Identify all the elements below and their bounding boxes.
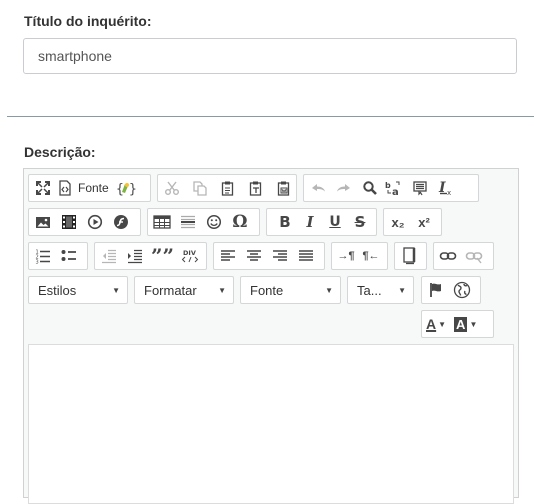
copy-icon[interactable] [189,177,211,199]
text-direction-ltr-button[interactable]: →¶ [335,245,357,267]
play-circle-icon[interactable] [84,211,106,233]
blockquote-button[interactable]: ”” [150,245,175,267]
source-button-label[interactable]: Fonte [76,177,111,199]
globe-icon[interactable] [451,279,473,301]
font-size-dropdown-label: Ta... [357,282,382,298]
text-color-button[interactable]: A ▼ [425,313,447,335]
font-dropdown-label: Fonte [250,282,284,298]
svg-text:a: a [392,187,399,196]
superscript-button[interactable]: x² [413,211,435,233]
rich-text-editor: Fonte {} [23,168,519,504]
chevron-down-icon: ▼ [438,319,447,329]
toolbar-group-script: x₂ x² [383,208,442,236]
flag-icon[interactable] [425,279,447,301]
underline-button[interactable]: U [324,211,346,233]
template-icon[interactable]: {} [115,177,137,199]
maximize-icon[interactable] [32,177,54,199]
toolbar-group-clipboard [157,174,297,202]
chevron-down-icon: ▼ [469,319,478,329]
editor-content-area[interactable] [28,344,514,504]
chevron-down-icon: ▼ [112,285,120,295]
div-icon[interactable]: DIV [179,245,201,267]
toolbar-group-links [433,242,494,270]
toolbar-group-insert-objects: Ω [147,208,260,236]
toolbar-group-lists: 123 [28,242,88,270]
horizontal-line-icon[interactable] [177,211,199,233]
redo-icon[interactable] [333,177,355,199]
bulleted-list-icon[interactable] [58,245,80,267]
chevron-down-icon: ▼ [218,285,226,295]
toolbar-group-insert-media [28,208,141,236]
toolbar-group-direction: →¶ ¶← [331,242,388,270]
numbered-list-icon[interactable]: 123 [32,245,54,267]
survey-title-label: Título do inquérito: [24,13,152,29]
section-divider [7,116,534,117]
indent-icon[interactable] [124,245,146,267]
outdent-icon[interactable] [98,245,120,267]
font-dropdown[interactable]: Fonte ▼ [240,276,341,304]
remove-format-icon[interactable]: Ix [435,177,457,199]
format-dropdown-label: Formatar [144,282,197,298]
text-direction-rtl-button[interactable]: ¶← [360,245,382,267]
styles-dropdown-label: Estilos [38,282,77,298]
font-size-dropdown[interactable]: Ta... ▼ [347,276,414,304]
svg-text:x: x [447,189,451,196]
select-all-icon[interactable] [409,177,431,199]
show-blocks-icon[interactable] [398,245,420,267]
chevron-down-icon: ▼ [325,285,333,295]
smiley-icon[interactable] [203,211,225,233]
justify-icon[interactable] [295,245,317,267]
flash-icon[interactable] [110,211,132,233]
toolbar-group-indent: ”” DIV [94,242,207,270]
undo-icon[interactable] [307,177,329,199]
svg-text:DIV: DIV [183,249,196,257]
image-icon[interactable] [32,211,54,233]
source-icon[interactable] [54,177,76,199]
chevron-down-icon: ▼ [398,285,406,295]
styles-dropdown[interactable]: Estilos ▼ [28,276,128,304]
find-icon[interactable] [359,177,381,199]
svg-text:3: 3 [36,260,39,265]
format-dropdown[interactable]: Formatar ▼ [134,276,234,304]
toolbar-group-document: Fonte {} [28,174,151,202]
paste-word-icon[interactable] [273,177,295,199]
toolbar-group-extras [421,276,481,304]
subscript-button[interactable]: x₂ [387,211,409,233]
video-icon[interactable] [58,211,80,233]
table-icon[interactable] [151,211,173,233]
align-right-icon[interactable] [269,245,291,267]
replace-icon[interactable]: ba [383,177,405,199]
survey-title-input[interactable] [23,38,517,74]
align-left-icon[interactable] [217,245,239,267]
toolbar-group-align [213,242,325,270]
cut-icon[interactable] [161,177,183,199]
strikethrough-button[interactable]: S [349,211,371,233]
link-icon[interactable] [437,245,459,267]
toolbar-group-blocks [394,242,427,270]
bold-button[interactable]: B [274,211,296,233]
bg-color-button[interactable]: A ▼ [453,313,478,335]
text-color-label: A [426,316,437,332]
svg-text:b: b [385,181,391,190]
align-center-icon[interactable] [243,245,265,267]
paste-text-icon[interactable] [245,177,267,199]
unlink-icon[interactable] [463,245,485,267]
svg-text:}: } [129,182,136,196]
toolbar-group-basic-styles: B I U S [266,208,377,236]
description-label: Descrição: [24,144,96,160]
special-char-button[interactable]: Ω [229,211,251,233]
bg-color-label: A [454,316,468,332]
paste-icon[interactable] [217,177,239,199]
italic-button[interactable]: I [299,211,321,233]
toolbar-group-colors: A ▼ A ▼ [421,310,494,338]
svg-text:{: { [116,182,124,196]
toolbar-group-editing: ba Ix [303,174,479,202]
